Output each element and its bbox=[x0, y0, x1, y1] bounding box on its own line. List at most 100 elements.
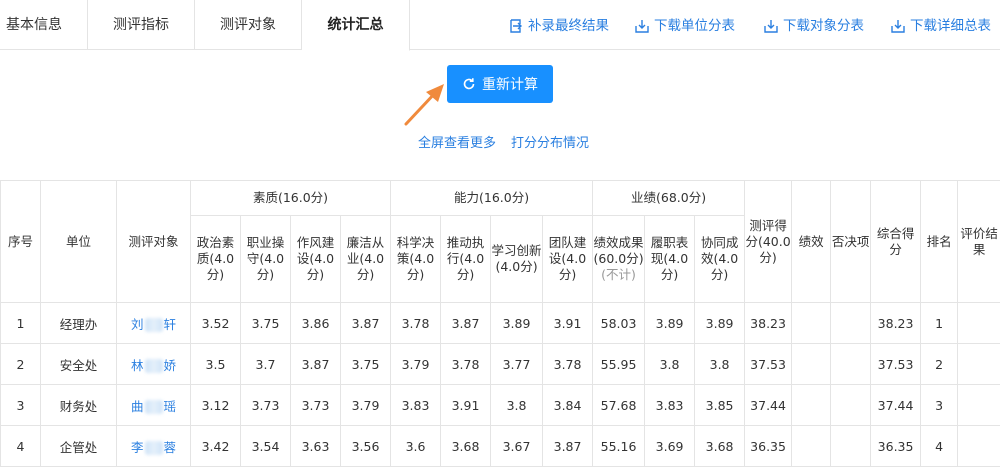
tab-basic-info[interactable]: 基本信息 bbox=[0, 0, 88, 50]
cell-decision: 3.83 bbox=[390, 384, 442, 426]
download-icon bbox=[764, 20, 778, 33]
cell-integrity: 3.56 bbox=[339, 425, 392, 467]
cell-rank: 2 bbox=[920, 343, 959, 385]
header-total: 综合得分 bbox=[870, 180, 922, 303]
person-link[interactable]: 刘轩 bbox=[131, 314, 176, 333]
header-integrity: 廉洁从业(4.0分) bbox=[339, 215, 392, 303]
header-achievement-note: (不计) bbox=[601, 267, 636, 282]
cell-object: 曲瑶 bbox=[116, 384, 191, 426]
header-unit: 单位 bbox=[40, 180, 117, 303]
cell-total: 37.53 bbox=[870, 343, 922, 385]
header-team: 团队建设(4.0分) bbox=[542, 215, 594, 303]
table-row: 3 财务处曲瑶 3.12 3.73 3.73 3.79 3.83 3.91 3.8 3.84 57.… bbox=[0, 384, 1000, 426]
header-duty: 履职表现(4.0分) bbox=[644, 215, 696, 303]
cell-professional: 3.73 bbox=[240, 384, 291, 426]
download-unit-button[interactable]: 下载单位分表 bbox=[634, 16, 735, 36]
cell-coop: 3.89 bbox=[694, 302, 746, 344]
cell-integrity: 3.79 bbox=[339, 384, 392, 426]
header-index: 序号 bbox=[0, 180, 41, 303]
header-political: 政治素质(4.0分) bbox=[190, 215, 241, 303]
cell-achievement: 55.16 bbox=[592, 425, 646, 467]
annotation-arrow-icon bbox=[404, 84, 444, 126]
download-detail-label: 下载详细总表 bbox=[910, 18, 991, 34]
cell-political: 3.5 bbox=[190, 343, 241, 385]
download-object-button[interactable]: 下载对象分表 bbox=[763, 16, 864, 36]
tab-objects[interactable]: 测评对象 bbox=[195, 0, 302, 50]
header-achievement: 绩效成果(60.0分) (不计) bbox=[592, 215, 646, 303]
statistics-table: 序号 单位 测评对象 素质(16.0分) 能力(16.0分) 业绩(68.0分)… bbox=[0, 180, 1000, 467]
redaction-mask bbox=[144, 318, 163, 332]
cell-total: 37.44 bbox=[870, 384, 922, 426]
person-name-first: 李 bbox=[130, 439, 144, 455]
cell-result bbox=[957, 343, 1000, 385]
cell-eval-score: 37.44 bbox=[744, 384, 793, 426]
person-link[interactable]: 林娇 bbox=[131, 355, 176, 374]
cell-integrity: 3.87 bbox=[339, 302, 392, 344]
header-group-quality: 素质(16.0分) bbox=[189, 180, 392, 216]
cell-style: 3.73 bbox=[290, 384, 341, 426]
score-distribution-link[interactable]: 打分分布情况 bbox=[511, 132, 589, 151]
redaction-mask bbox=[144, 400, 163, 414]
cell-decision: 3.6 bbox=[390, 425, 442, 467]
cell-professional: 3.54 bbox=[240, 425, 291, 467]
cell-eval-score: 37.53 bbox=[744, 343, 793, 385]
redaction-mask bbox=[144, 359, 163, 373]
cell-total: 38.23 bbox=[870, 302, 922, 344]
cell-index: 4 bbox=[0, 425, 41, 467]
download-detail-button[interactable]: 下载详细总表 bbox=[890, 16, 991, 36]
supplement-result-button[interactable]: 补录最终结果 bbox=[508, 16, 609, 36]
cell-innovation: 3.8 bbox=[490, 384, 544, 426]
cell-veto bbox=[830, 302, 872, 344]
cell-veto bbox=[830, 343, 872, 385]
cell-rank: 4 bbox=[920, 425, 959, 467]
cell-rank: 3 bbox=[920, 384, 959, 426]
cell-execution: 3.68 bbox=[440, 425, 492, 467]
refresh-icon bbox=[463, 78, 475, 90]
cell-style: 3.86 bbox=[290, 302, 341, 344]
cell-achievement: 57.68 bbox=[592, 384, 646, 426]
cell-execution: 3.78 bbox=[440, 343, 492, 385]
tab-statistics[interactable]: 统计汇总 bbox=[302, 0, 410, 51]
header-rank: 排名 bbox=[920, 180, 959, 303]
import-icon bbox=[510, 19, 522, 33]
cell-object: 林娇 bbox=[116, 343, 191, 385]
cell-rank: 1 bbox=[920, 302, 959, 344]
cell-team: 3.78 bbox=[542, 343, 594, 385]
table-row: 4 企管处李蓉 3.42 3.54 3.63 3.56 3.6 3.68 3.67 3.87 55.… bbox=[0, 425, 1000, 467]
cell-innovation: 3.67 bbox=[490, 425, 544, 467]
cell-coop: 3.68 bbox=[694, 425, 746, 467]
header-coop: 协同成效(4.0分) bbox=[694, 215, 746, 303]
person-name-first: 林 bbox=[130, 357, 144, 373]
cell-innovation: 3.77 bbox=[490, 343, 544, 385]
cell-professional: 3.75 bbox=[240, 302, 291, 344]
table-row: 1 经理办刘轩 3.52 3.75 3.86 3.87 3.78 3.87 3.89 3.91 58… bbox=[0, 302, 1000, 344]
cell-index: 2 bbox=[0, 343, 41, 385]
fullscreen-link[interactable]: 全屏查看更多 bbox=[418, 132, 496, 151]
person-link[interactable]: 曲瑶 bbox=[131, 396, 176, 415]
cell-style: 3.63 bbox=[290, 425, 341, 467]
person-link[interactable]: 李蓉 bbox=[131, 437, 176, 456]
header-innovation: 学习创新(4.0分) bbox=[490, 215, 544, 303]
cell-achievement: 55.95 bbox=[592, 343, 646, 385]
cell-unit: 财务处 bbox=[40, 384, 117, 426]
recalculate-button[interactable]: 重新计算 bbox=[447, 65, 553, 103]
table-row: 2 安全处林娇 3.5 3.7 3.87 3.75 3.79 3.78 3.77 3.78 55.9… bbox=[0, 343, 1000, 385]
person-name-last: 轩 bbox=[163, 316, 177, 332]
download-unit-label: 下载单位分表 bbox=[654, 18, 735, 34]
header-decision: 科学决策(4.0分) bbox=[390, 215, 442, 303]
cell-innovation: 3.89 bbox=[490, 302, 544, 344]
cell-veto bbox=[830, 425, 872, 467]
download-icon bbox=[635, 20, 649, 33]
person-name-last: 瑶 bbox=[163, 398, 177, 414]
header-execution: 推动执行(4.0分) bbox=[440, 215, 492, 303]
cell-index: 3 bbox=[0, 384, 41, 426]
header-group-performance: 业绩(68.0分) bbox=[592, 180, 746, 216]
cell-perf bbox=[791, 384, 832, 426]
header-style: 作风建设(4.0分) bbox=[290, 215, 341, 303]
cell-duty: 3.69 bbox=[644, 425, 696, 467]
cell-result bbox=[957, 302, 1000, 344]
download-icon bbox=[891, 20, 905, 33]
header-group-ability: 能力(16.0分) bbox=[390, 180, 594, 216]
cell-decision: 3.79 bbox=[390, 343, 442, 385]
tab-indicators[interactable]: 测评指标 bbox=[88, 0, 195, 50]
